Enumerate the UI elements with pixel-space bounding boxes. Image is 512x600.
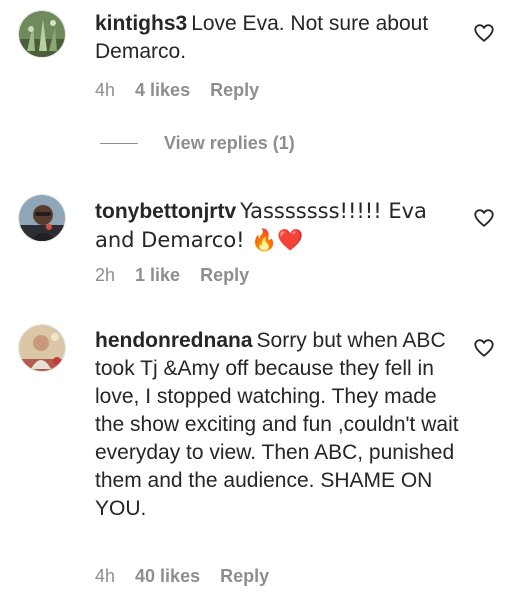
avatar[interactable]: [18, 10, 66, 58]
replies-divider: [100, 143, 138, 144]
heart-outline-icon[interactable]: [473, 207, 495, 229]
comment-time: 4h: [95, 80, 116, 100]
view-replies-button[interactable]: View replies (1): [100, 133, 295, 154]
comment-body: kintighs3 Love Eva. Not sure about Demarc…: [95, 10, 465, 66]
comment-meta: 2h 1 like Reply: [95, 265, 249, 286]
comment-text: Sorry but when ABC took Tj &Amy off beca…: [95, 329, 459, 520]
comment-username[interactable]: tonybettonjrtv: [95, 200, 236, 223]
comment-username[interactable]: hendonrednana: [95, 329, 253, 352]
comment-meta: 4h 40 likes Reply: [95, 566, 269, 587]
reply-button[interactable]: Reply: [210, 80, 259, 101]
heart-outline-icon[interactable]: [473, 337, 495, 359]
comment-likes[interactable]: 40 likes: [135, 566, 200, 587]
comment-body: hendonrednana Sorry but when ABC took Tj …: [95, 327, 465, 523]
plant-photo-icon: [19, 11, 65, 57]
avatar[interactable]: [18, 194, 66, 242]
comment-likes[interactable]: 1 like: [135, 265, 180, 286]
avatar[interactable]: [18, 324, 66, 372]
reply-button[interactable]: Reply: [220, 566, 269, 587]
person-with-microphone-photo-icon: [19, 195, 65, 241]
heart-outline-icon[interactable]: [473, 22, 495, 44]
comment-meta: 4h 4 likes Reply: [95, 80, 259, 101]
comment-likes[interactable]: 4 likes: [135, 80, 190, 101]
person-photo-icon: [19, 325, 65, 371]
reply-button[interactable]: Reply: [200, 265, 249, 286]
comment-time: 2h: [95, 265, 116, 285]
comment-username[interactable]: kintighs3: [95, 12, 187, 35]
view-replies-label: View replies (1): [164, 133, 295, 153]
comment-time: 4h: [95, 566, 116, 586]
comment-body: tonybettonjrtv Yasssssss!!!!! Eva and Dem…: [95, 197, 465, 255]
